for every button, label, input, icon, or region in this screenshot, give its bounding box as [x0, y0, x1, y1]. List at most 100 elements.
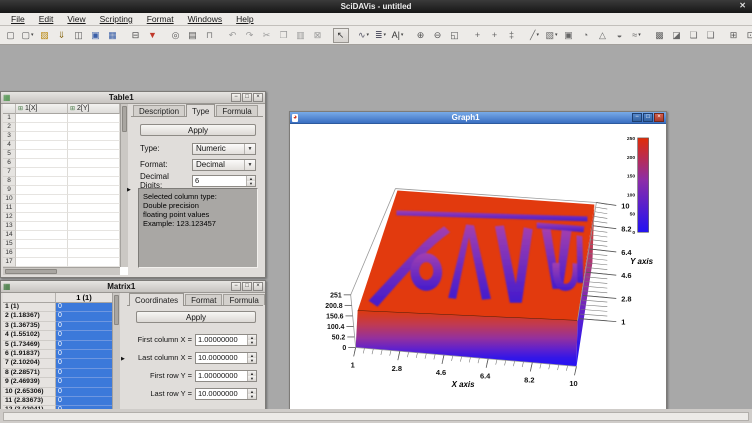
new-matrix-button[interactable]: ⊡: [743, 28, 752, 43]
row-number[interactable]: 11: [3, 204, 16, 213]
save-all-button[interactable]: ▦: [105, 28, 121, 43]
plot-3d-surface-button[interactable]: ▩: [652, 28, 668, 43]
matrix-row-header[interactable]: 6 (1.91837): [3, 350, 56, 359]
plot-3d-trajectory-button[interactable]: ❏: [686, 28, 702, 43]
menu-item[interactable]: File: [4, 14, 32, 24]
new-aside-button[interactable]: ▢▾: [20, 28, 36, 43]
plot-3d-scatter-button[interactable]: ◪: [669, 28, 685, 43]
table-cell[interactable]: [16, 159, 68, 168]
table1-close-button[interactable]: ×: [253, 93, 263, 102]
app-close-button[interactable]: ✕: [739, 1, 746, 10]
table-cell[interactable]: [16, 132, 68, 141]
table-cell[interactable]: [16, 186, 68, 195]
row-number[interactable]: 12: [3, 213, 16, 222]
table1-minimize-button[interactable]: −: [231, 93, 241, 102]
matrix-corner-cell[interactable]: [3, 293, 56, 303]
matrix-grid[interactable]: 1 (1) 1 (1) 0 2 (1.18367) 0: [3, 293, 120, 423]
row-number[interactable]: 13: [3, 222, 16, 231]
column-header[interactable]: ⊞ 1[X]: [16, 104, 68, 114]
matrix-row-header[interactable]: 2 (1.18367): [3, 312, 56, 321]
save-template-button[interactable]: ◫: [71, 28, 87, 43]
lock-toolbars-button[interactable]: ⊓: [202, 28, 218, 43]
matrix-cell-selected[interactable]: 0: [56, 388, 112, 397]
new-table-button[interactable]: ⊞: [726, 28, 742, 43]
row-number[interactable]: 17: [3, 258, 16, 267]
copy-button[interactable]: ❐: [276, 28, 292, 43]
table-cell[interactable]: [68, 213, 120, 222]
matrix-cell-selected[interactable]: 0: [56, 359, 112, 368]
menu-item[interactable]: Scripting: [93, 14, 140, 24]
plot-lines-button[interactable]: ∿▾: [356, 28, 372, 43]
table-cell[interactable]: [16, 231, 68, 240]
plot-steps-button[interactable]: ≣▾: [373, 28, 389, 43]
delete-selection-button[interactable]: ⊠: [310, 28, 326, 43]
apply-button[interactable]: Apply: [136, 311, 256, 323]
graph1-titlebar[interactable]: ◕ Graph1 − □ ×: [290, 112, 666, 124]
coordinate-spinbox[interactable]: 1.00000000 ▲ ▼: [195, 334, 257, 346]
menu-item[interactable]: Windows: [181, 14, 229, 24]
plot-pie-button[interactable]: ◔: [578, 28, 594, 43]
tab[interactable]: Description: [133, 105, 185, 116]
open-project-button[interactable]: ▨: [37, 28, 53, 43]
matrix-row-header[interactable]: 3 (1.36735): [3, 322, 56, 331]
print-button[interactable]: ⊟: [128, 28, 144, 43]
find-in-project-button[interactable]: ◎: [168, 28, 184, 43]
select-data-range-button[interactable]: ‡: [504, 28, 520, 43]
chevron-down-icon[interactable]: ▼: [244, 160, 255, 170]
table-cell[interactable]: [16, 168, 68, 177]
matrix-vertical-scrollbar[interactable]: [112, 293, 120, 423]
table-cell[interactable]: [68, 168, 120, 177]
row-number[interactable]: 16: [3, 249, 16, 258]
matrix-row-header[interactable]: 9 (2.46939): [3, 378, 56, 387]
spin-value[interactable]: 1.00000000: [196, 335, 247, 345]
coordinate-spinbox[interactable]: 10.0000000 ▲ ▼: [195, 388, 257, 400]
table-cell[interactable]: [16, 240, 68, 249]
row-number[interactable]: 15: [3, 240, 16, 249]
import-ascii-button[interactable]: ⇓: [54, 28, 70, 43]
app-titlebar[interactable]: SciDAVis - untitled ✕: [0, 0, 752, 13]
undo-button[interactable]: ↶: [225, 28, 241, 43]
spin-value[interactable]: 1.00000000: [196, 371, 247, 381]
matrix-splitter-handle[interactable]: ▶: [121, 356, 125, 362]
row-number[interactable]: 5: [3, 150, 16, 159]
plot-vectors-button[interactable]: △: [595, 28, 611, 43]
zoom-out-button[interactable]: ⊖: [430, 28, 446, 43]
table-cell[interactable]: [68, 150, 120, 159]
matrix-row-header[interactable]: 8 (2.28571): [3, 369, 56, 378]
tab[interactable]: Type: [186, 104, 215, 117]
table-cell[interactable]: [68, 114, 120, 123]
table-cell[interactable]: [68, 249, 120, 258]
tab[interactable]: Formula: [216, 105, 257, 116]
matrix-cell-selected[interactable]: 0: [56, 331, 112, 340]
tab[interactable]: Formula: [223, 294, 264, 305]
row-number[interactable]: 7: [3, 168, 16, 177]
graph1-maximize-button[interactable]: □: [643, 113, 653, 122]
spin-down-icon[interactable]: ▼: [248, 340, 256, 345]
matrix-cell-selected[interactable]: 0: [56, 322, 112, 331]
row-number[interactable]: 2: [3, 123, 16, 132]
table-vertical-scrollbar[interactable]: [120, 104, 128, 267]
graph1-minimize-button[interactable]: −: [632, 113, 642, 122]
table-cell[interactable]: [68, 204, 120, 213]
draw-line-button[interactable]: ╱▾: [527, 28, 543, 43]
redo-button[interactable]: ↷: [242, 28, 258, 43]
spin-down-icon[interactable]: ▼: [248, 394, 256, 399]
table-cell[interactable]: [68, 258, 120, 267]
matrix-cell-selected[interactable]: 0: [56, 378, 112, 387]
menu-item[interactable]: Edit: [32, 14, 61, 24]
table-cell[interactable]: [68, 231, 120, 240]
table-grid[interactable]: ⊞ 1[X] ⊞ 2[Y] 1: [3, 104, 128, 275]
project-explorer-button[interactable]: ▤: [185, 28, 201, 43]
table-cell[interactable]: [68, 195, 120, 204]
scrollbar-thumb[interactable]: [114, 295, 119, 325]
row-number[interactable]: 8: [3, 177, 16, 186]
spin-value[interactable]: 10.0000000: [196, 353, 247, 363]
table-cell[interactable]: [16, 249, 68, 258]
table1-titlebar[interactable]: ▦ Table1 − □ ×: [1, 92, 265, 104]
matrix1-minimize-button[interactable]: −: [231, 282, 241, 291]
table-cell[interactable]: [16, 150, 68, 159]
matrix-row-header[interactable]: 4 (1.55102): [3, 331, 56, 340]
matrix-cell-selected[interactable]: 0: [56, 312, 112, 321]
spin-down-icon[interactable]: ▼: [248, 376, 256, 381]
matrix1-maximize-button[interactable]: □: [242, 282, 252, 291]
